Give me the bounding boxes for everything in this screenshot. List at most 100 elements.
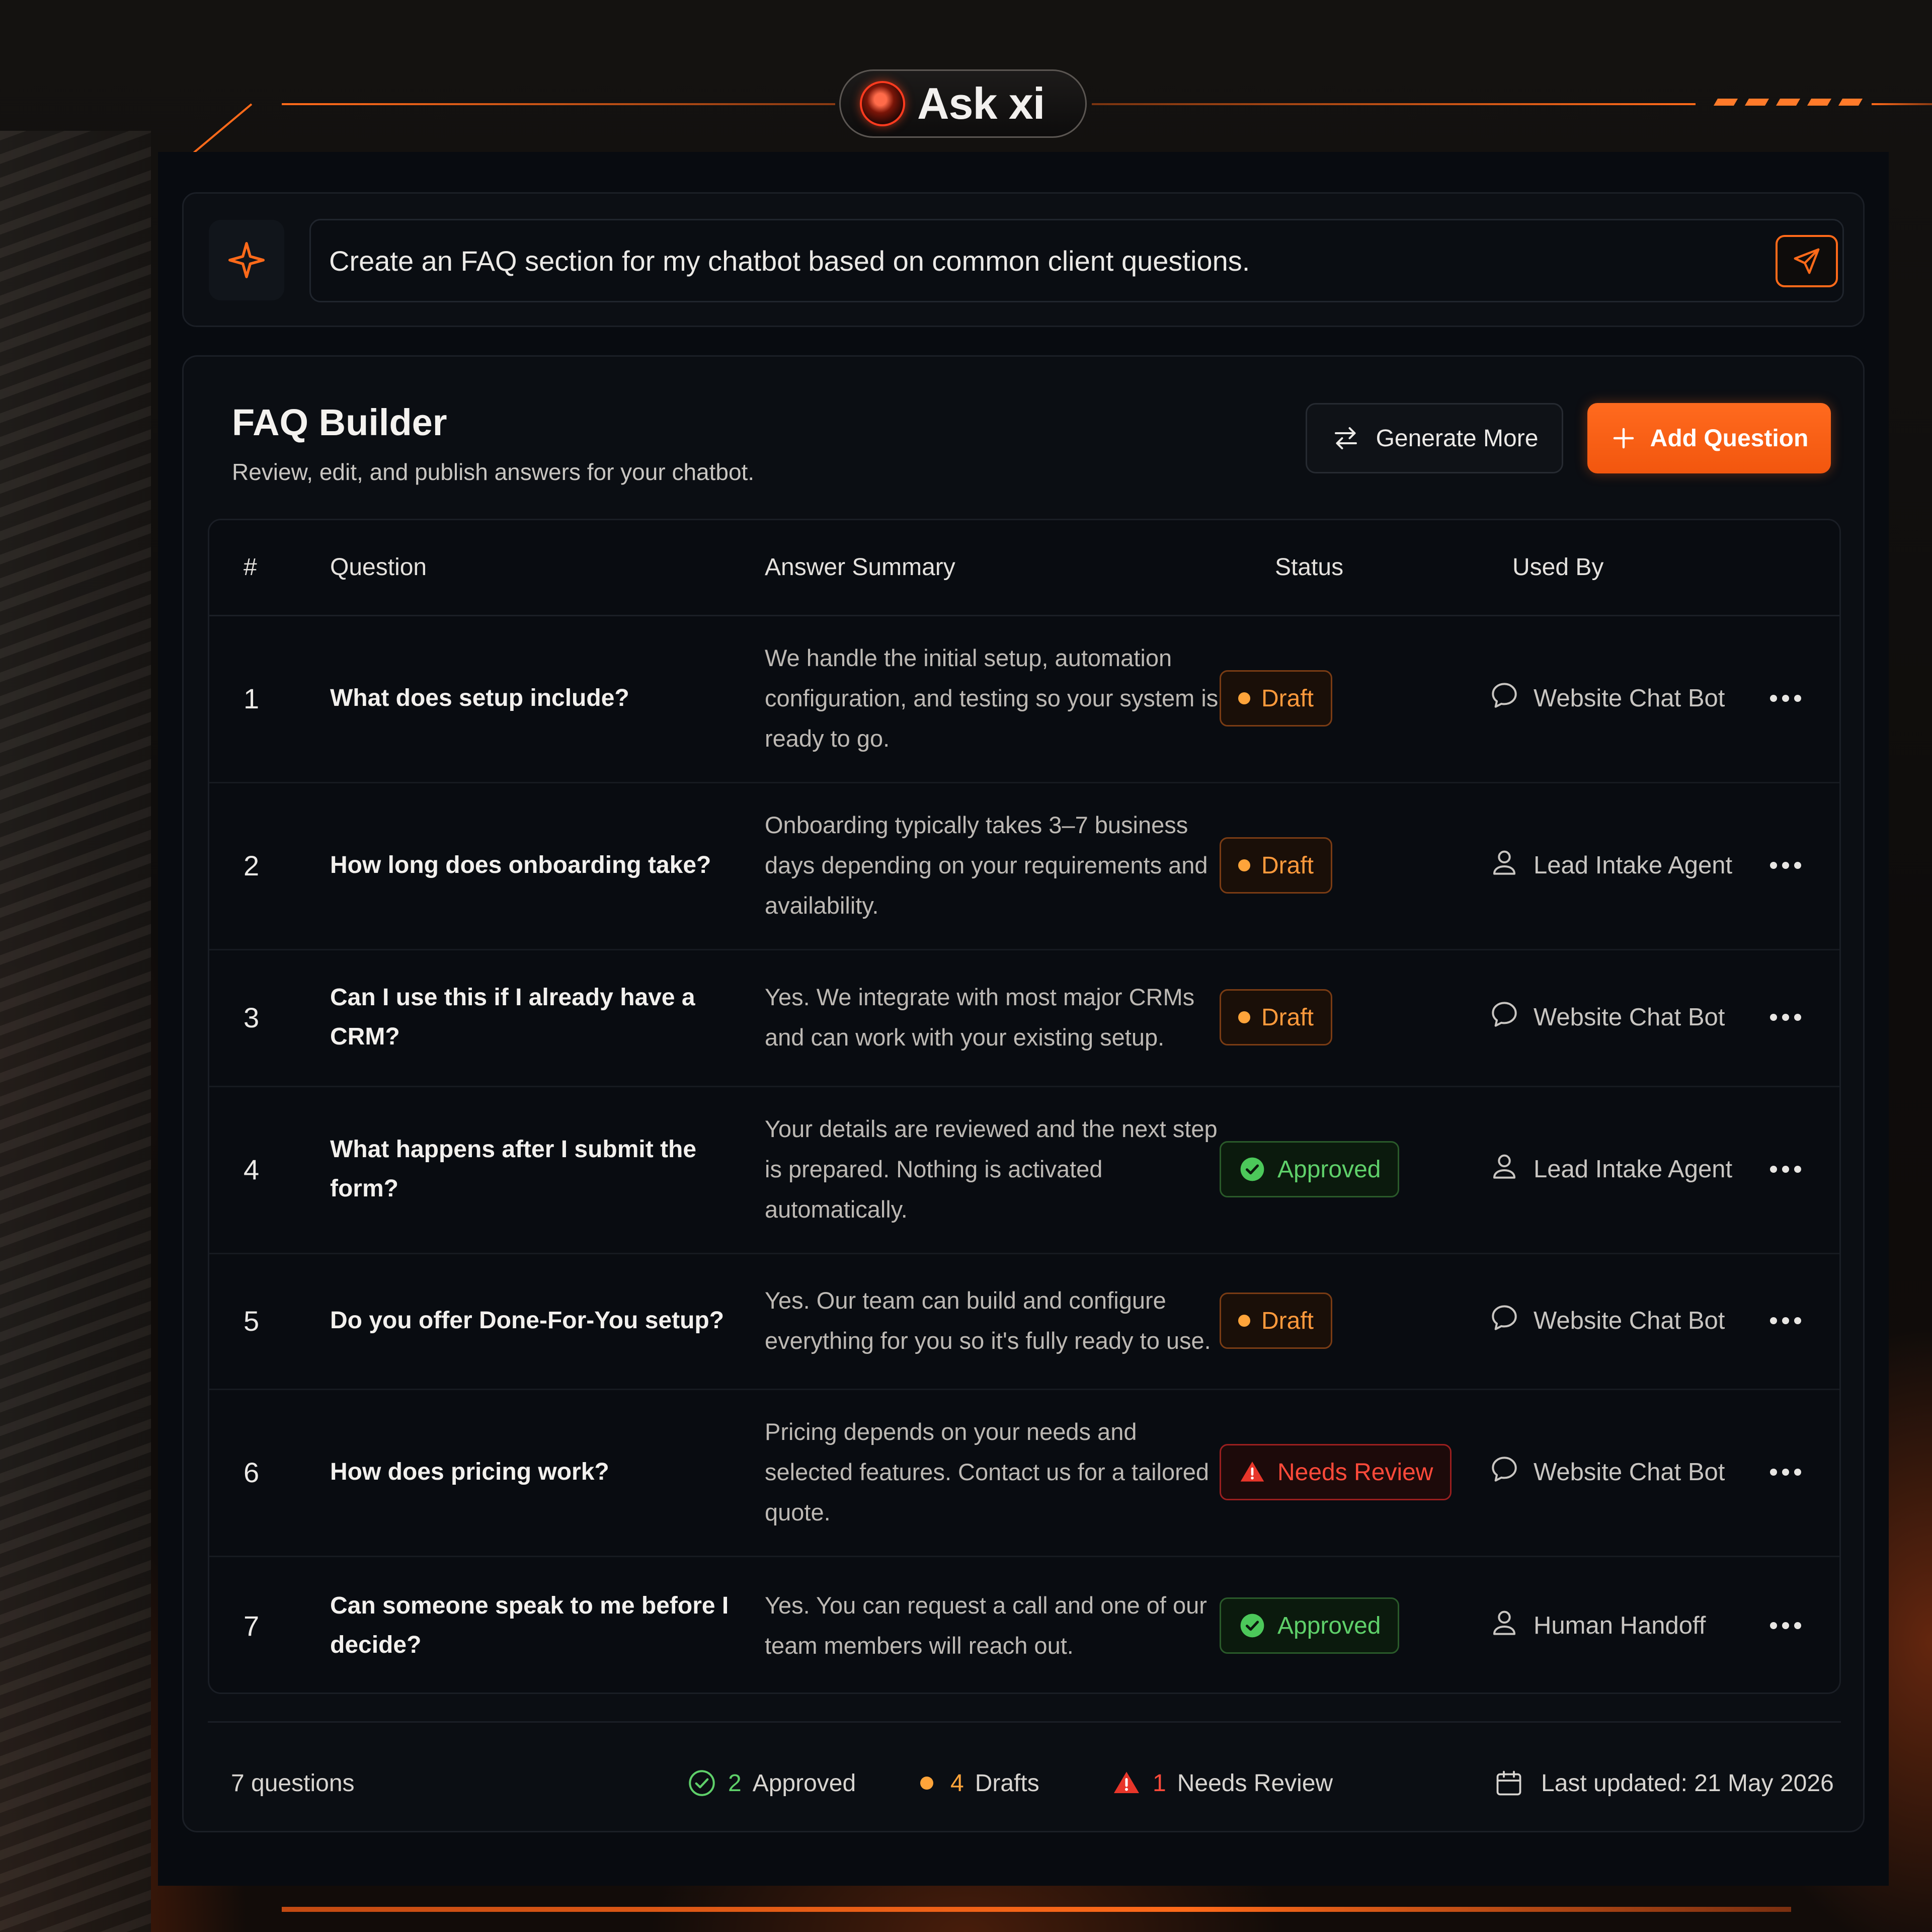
row-number: 2	[244, 849, 260, 881]
used-by: Human Handoff	[1488, 1556, 1706, 1693]
total-count: 7 questions	[231, 1769, 355, 1797]
status-badge: Approved	[1220, 1597, 1400, 1654]
page-title: FAQ Builder	[232, 401, 447, 443]
used-by: Website Chat Bot	[1488, 615, 1725, 782]
table-header: # Question Answer Summary Status Used By	[209, 520, 1839, 616]
row-more-button[interactable]	[1770, 1253, 1801, 1389]
calendar-icon	[1496, 1770, 1521, 1796]
used-by-label: Lead Intake Agent	[1534, 852, 1733, 879]
status-badge: Needs Review	[1220, 1444, 1452, 1500]
table-row[interactable]: 7 Can someone speak to me before I decide…	[209, 1556, 1839, 1693]
col-num-header: #	[244, 554, 257, 581]
draft-dot-icon	[1238, 1011, 1250, 1023]
approved-count: 2	[728, 1769, 742, 1797]
used-by: Website Chat Bot	[1488, 949, 1725, 1086]
row-number: 7	[244, 1609, 260, 1642]
row-question[interactable]: Can someone speak to me before I decide?	[330, 1586, 753, 1665]
used-by-label: Website Chat Bot	[1534, 685, 1725, 712]
status-label: Needs Review	[1277, 1459, 1433, 1486]
more-horizontal-icon	[1770, 1166, 1801, 1173]
review-summary: 1 Needs Review	[1111, 1755, 1333, 1811]
used-by-label: Lead Intake Agent	[1534, 1156, 1733, 1183]
generate-more-label: Generate More	[1376, 425, 1539, 452]
table-row[interactable]: 4 What happens after I submit the form? Yo…	[209, 1086, 1839, 1254]
status-label: Approved	[1277, 1156, 1381, 1183]
status-badge: Draft	[1220, 670, 1333, 727]
row-answer: Yes. We integrate with most major CRMs a…	[765, 984, 1195, 1051]
row-number: 3	[244, 1001, 260, 1033]
row-question[interactable]: How does pricing work?	[330, 1453, 609, 1492]
table-row[interactable]: 3 Can I use this if I already have a CRM?…	[209, 949, 1839, 1087]
check-circle-icon	[689, 1770, 715, 1796]
row-question[interactable]: What happens after I submit the form?	[330, 1130, 753, 1209]
row-more-button[interactable]	[1770, 782, 1801, 949]
prompt-input[interactable]: Create an FAQ section for my chatbot bas…	[309, 219, 1844, 302]
send-icon	[1794, 248, 1820, 274]
user-icon	[1488, 1606, 1520, 1645]
page-subtitle: Review, edit, and publish answers for yo…	[232, 459, 755, 485]
more-horizontal-icon	[1770, 1014, 1801, 1021]
status-label: Draft	[1261, 685, 1314, 712]
more-horizontal-icon	[1770, 1317, 1801, 1324]
table-row[interactable]: 6 How does pricing work? Pricing depends o…	[209, 1389, 1839, 1557]
row-question[interactable]: Do you offer Done-For-You setup?	[330, 1301, 724, 1340]
used-by: Lead Intake Agent	[1488, 782, 1732, 949]
status-badge: Draft	[1220, 1293, 1333, 1349]
col-usedby-header: Used By	[1512, 554, 1604, 581]
add-question-button[interactable]: Add Question	[1587, 403, 1831, 473]
table-row[interactable]: 2 How long does onboarding take? Onboardin…	[209, 782, 1839, 950]
table-row[interactable]: 5 Do you offer Done-For-You setup? Yes. Ou…	[209, 1253, 1839, 1390]
generate-more-button[interactable]: Generate More	[1306, 403, 1563, 473]
row-question[interactable]: How long does onboarding take?	[330, 846, 711, 885]
used-by: Website Chat Bot	[1488, 1389, 1725, 1556]
frame-dashes	[1713, 99, 1863, 106]
drafts-summary: 4 Drafts	[920, 1755, 1039, 1811]
col-status-header: Status	[1275, 554, 1344, 581]
frame-line	[1872, 103, 1932, 105]
row-more-button[interactable]	[1770, 1086, 1801, 1253]
brand-logo: Ask xi	[839, 69, 1087, 138]
chat-icon	[1488, 679, 1520, 717]
approved-summary: 2 Approved	[687, 1755, 856, 1811]
used-by: Website Chat Bot	[1488, 1253, 1725, 1389]
more-horizontal-icon	[1770, 1622, 1801, 1629]
row-question[interactable]: Can I use this if I already have a CRM?	[330, 978, 753, 1057]
frame-line	[282, 103, 835, 105]
last-updated-text: Last updated: 21 May 2026	[1541, 1769, 1834, 1797]
row-more-button[interactable]	[1770, 1389, 1801, 1556]
status-label: Draft	[1261, 1307, 1314, 1334]
brand-name: Ask xi	[917, 78, 1045, 128]
used-by-label: Human Handoff	[1534, 1612, 1706, 1639]
row-more-button[interactable]	[1770, 1556, 1801, 1693]
check-circle-icon	[1240, 1614, 1264, 1638]
draft-dot-icon	[920, 1777, 933, 1790]
row-question[interactable]: What does setup include?	[330, 679, 629, 718]
row-answer: We handle the initial setup, automation …	[765, 645, 1219, 752]
chat-icon	[1488, 998, 1520, 1036]
prompt-bar: Create an FAQ section for my chatbot bas…	[182, 192, 1865, 327]
status-label: Draft	[1261, 852, 1314, 879]
sparkle-icon	[228, 242, 265, 278]
row-answer: Onboarding typically takes 3–7 business …	[765, 812, 1208, 919]
more-horizontal-icon	[1770, 862, 1801, 869]
row-number: 5	[244, 1305, 260, 1337]
draft-dot-icon	[1238, 692, 1250, 704]
frame-line	[1092, 103, 1696, 105]
user-icon	[1488, 846, 1520, 884]
row-number: 1	[244, 682, 260, 714]
draft-dot-icon	[1238, 859, 1250, 871]
status-badge: Draft	[1220, 989, 1333, 1045]
row-more-button[interactable]	[1770, 949, 1801, 1086]
status-badge: Approved	[1220, 1141, 1400, 1197]
swap-arrows-icon	[1334, 427, 1357, 449]
table-row[interactable]: 1 What does setup include? We handle the i…	[209, 615, 1839, 783]
draft-dot-icon	[1238, 1315, 1250, 1327]
faq-builder-card: FAQ Builder Review, edit, and publish an…	[182, 355, 1865, 1832]
sparkle-button[interactable]	[209, 220, 284, 300]
col-question-header: Question	[330, 554, 427, 581]
col-answer-header: Answer Summary	[765, 554, 955, 581]
background-rock	[0, 131, 151, 1932]
send-button[interactable]	[1776, 235, 1838, 287]
add-question-label: Add Question	[1650, 425, 1809, 452]
row-more-button[interactable]	[1770, 615, 1801, 782]
